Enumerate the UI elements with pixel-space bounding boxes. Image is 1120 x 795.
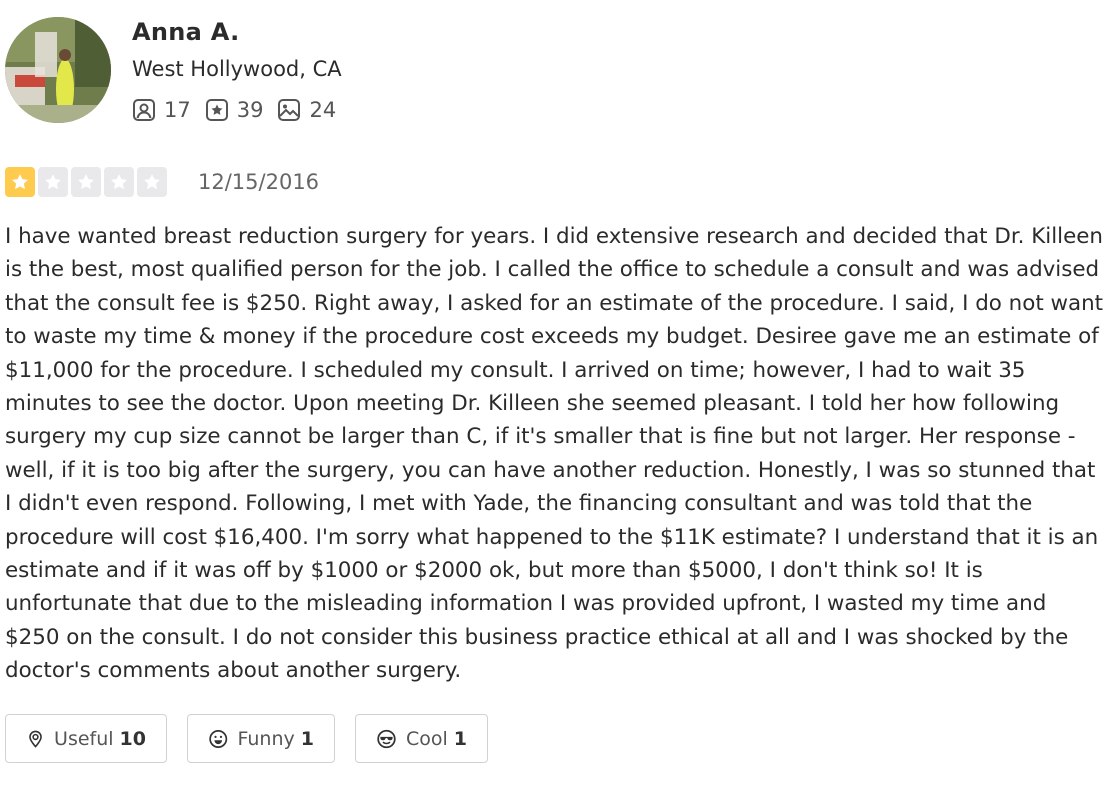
star-icon <box>5 167 35 197</box>
cool-label: Cool <box>405 727 448 750</box>
cool-button[interactable]: Cool 1 <box>355 714 488 763</box>
reviews-stat: 39 <box>205 98 264 122</box>
avatar[interactable] <box>5 17 111 123</box>
friends-stat: 17 <box>132 98 191 122</box>
user-location: West Hollywood, CA <box>132 57 342 81</box>
user-stats: 17 39 24 <box>132 96 350 124</box>
reviews-count: 39 <box>236 98 264 122</box>
star-rating <box>5 167 170 197</box>
review-date: 12/15/2016 <box>198 170 320 194</box>
sunglasses-icon <box>377 729 396 748</box>
star-icon <box>137 167 167 197</box>
friends-count: 17 <box>164 98 191 122</box>
star-icon <box>71 167 101 197</box>
review-text: I have wanted breast reduction surgery f… <box>5 224 1104 684</box>
useful-count: 10 <box>119 727 146 750</box>
photo-icon <box>278 99 301 121</box>
user-name[interactable]: Anna A. <box>132 18 240 46</box>
funny-button[interactable]: Funny 1 <box>187 714 335 763</box>
lightbulb-icon <box>29 730 42 748</box>
smile-icon <box>209 729 228 748</box>
funny-count: 1 <box>300 727 314 750</box>
photos-stat: 24 <box>277 98 336 122</box>
useful-button[interactable]: Useful 10 <box>5 714 167 763</box>
cool-count: 1 <box>453 727 467 750</box>
avatar-photo <box>5 17 111 123</box>
funny-label: Funny <box>237 727 295 750</box>
review-star-icon <box>205 99 228 121</box>
star-icon <box>38 167 68 197</box>
photos-count: 24 <box>309 98 337 122</box>
star-icon <box>104 167 134 197</box>
friends-icon <box>133 99 155 121</box>
useful-label: Useful <box>54 727 114 750</box>
